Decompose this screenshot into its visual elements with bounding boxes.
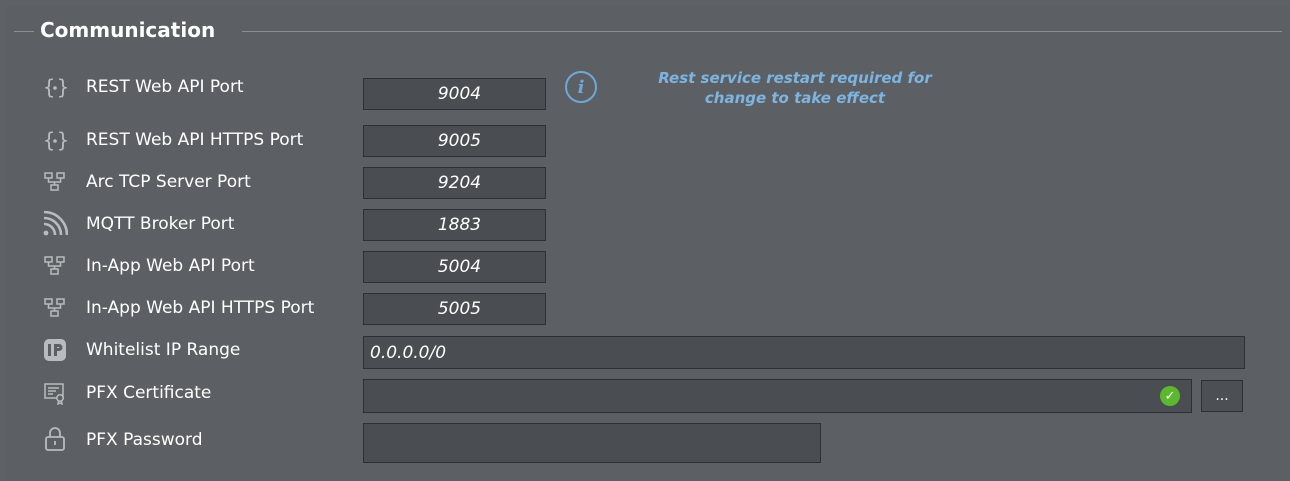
restart-notice-line1: Rest service restart required for [658, 69, 932, 87]
info-icon: i [565, 71, 597, 103]
mqtt-port-input[interactable]: 1883 [363, 209, 546, 241]
pfx-password-label: PFX Password [86, 430, 203, 450]
section-divider-right [242, 31, 1282, 32]
lock-icon [42, 426, 68, 452]
section-divider-left [14, 31, 34, 32]
check-icon: ✓ [1160, 386, 1180, 406]
svg-text:}: } [57, 75, 68, 99]
whitelist-ip-input[interactable]: 0.0.0.0/0 [363, 336, 1245, 369]
inapp-port-label: In-App Web API Port [86, 256, 255, 276]
broadcast-icon [42, 211, 68, 237]
arc-tcp-port-input[interactable]: 9204 [363, 167, 546, 199]
ip-icon [42, 337, 68, 363]
network-icon [42, 169, 68, 195]
inapp-https-port-label: In-App Web API HTTPS Port [86, 298, 315, 318]
braces-icon: {} [42, 127, 68, 153]
svg-text:}: } [57, 128, 68, 152]
section-title: Communication [40, 18, 216, 42]
pfx-password-input[interactable] [363, 423, 821, 463]
network-icon [42, 253, 68, 279]
rest-port-label: REST Web API Port [86, 77, 244, 97]
inapp-port-input[interactable]: 5004 [363, 251, 546, 283]
svg-text:{: { [43, 75, 55, 99]
restart-notice-line2: change to take effect [704, 89, 886, 107]
rest-port-input[interactable]: 9004 [363, 78, 546, 110]
rest-https-port-input[interactable]: 9005 [363, 125, 546, 157]
certificate-icon [42, 380, 68, 406]
network-icon [42, 295, 68, 321]
whitelist-ip-label: Whitelist IP Range [86, 340, 241, 360]
braces-icon: {} [42, 74, 68, 100]
arc-tcp-port-label: Arc TCP Server Port [86, 172, 251, 192]
mqtt-port-label: MQTT Broker Port [86, 214, 235, 234]
restart-notice: Rest service restart required for change… [620, 68, 970, 108]
inapp-https-port-input[interactable]: 5005 [363, 293, 546, 325]
pfx-certificate-input[interactable] [363, 379, 1192, 413]
rest-https-port-label: REST Web API HTTPS Port [86, 130, 304, 150]
svg-text:{: { [43, 128, 55, 152]
browse-certificate-button[interactable]: ... [1201, 380, 1243, 412]
pfx-certificate-label: PFX Certificate [86, 383, 212, 403]
